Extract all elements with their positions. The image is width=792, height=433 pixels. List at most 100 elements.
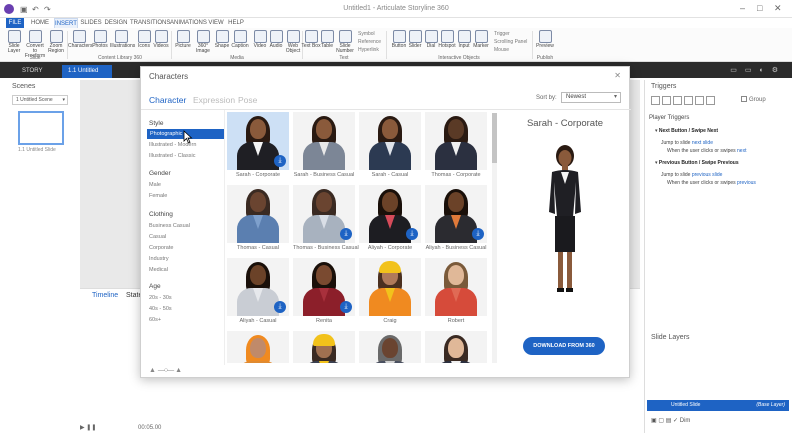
tab-expression[interactable]: Expression	[193, 95, 235, 105]
tab-animations[interactable]: ANIMATIONS	[170, 18, 207, 28]
slide-thumbnail[interactable]	[18, 111, 64, 145]
delete-layer-icon[interactable]: ▤	[666, 418, 672, 424]
character-card[interactable]: ⤓ Renita	[293, 258, 355, 324]
character-card[interactable]: Thomas - Casual	[227, 185, 289, 251]
reference-button[interactable]: Reference	[358, 39, 381, 45]
videos-button[interactable]: Videos	[150, 30, 172, 49]
filter-age-40s-50s[interactable]: 40s - 50s	[149, 306, 172, 312]
characters-button[interactable]: Characters	[68, 30, 92, 49]
trigger-title[interactable]: ▾ Next Button / Swipe Next	[655, 128, 718, 134]
minimize-button[interactable]: –	[740, 3, 745, 13]
delete-trigger-icon[interactable]	[695, 96, 704, 105]
slide-layer-button[interactable]: Slide Layer	[3, 30, 25, 54]
filter-medical[interactable]: Medical	[149, 267, 168, 273]
sort-select[interactable]: Newest	[561, 92, 621, 103]
character-card[interactable]	[425, 331, 487, 363]
character-card[interactable]: Craig	[359, 258, 421, 324]
mouse-button[interactable]: Mouse	[494, 47, 509, 53]
grid-scrollbar[interactable]	[492, 113, 497, 363]
play-icon[interactable]: ▶	[80, 425, 85, 431]
scrolling-panel-button[interactable]: Scrolling Panel	[494, 39, 527, 45]
character-card[interactable]: Sarah - Casual	[359, 112, 421, 178]
character-face	[250, 192, 266, 212]
thumbnail-size-control[interactable]: ▲ —○— ▲	[149, 367, 182, 374]
tab-story-view[interactable]: STORY VIEW	[16, 65, 58, 87]
filter-male[interactable]: Male	[149, 182, 161, 188]
zoom-region-button[interactable]: Zoom Region	[45, 30, 67, 54]
move-trigger-icon[interactable]	[706, 96, 715, 105]
pause-icon[interactable]: ❚❚	[86, 425, 96, 431]
filter-age-60s-plus[interactable]: 60s+	[149, 317, 161, 323]
filter-age-20s-30s[interactable]: 20s - 30s	[149, 295, 172, 301]
scene-selector[interactable]: 1 Untitled Scene ▾	[12, 95, 68, 105]
marker-button[interactable]: Marker	[470, 30, 492, 49]
filter-business-casual[interactable]: Business Casual	[149, 223, 190, 229]
small-thumbnails-icon[interactable]: ▲	[149, 367, 156, 374]
character-card[interactable]: Sarah - Business Casual	[293, 112, 355, 178]
new-layer-icon[interactable]: ▣	[651, 418, 657, 424]
trigger-title[interactable]: ▾ Previous Button / Swipe Previous	[655, 160, 739, 166]
character-card[interactable]: Robert	[425, 258, 487, 324]
tab-timeline[interactable]: Timeline	[92, 292, 118, 299]
paste-trigger-icon[interactable]	[684, 96, 693, 105]
tab-home[interactable]: HOME	[28, 18, 52, 28]
filter-casual[interactable]: Casual	[149, 234, 166, 240]
download-icon[interactable]: ⤓	[472, 228, 484, 240]
filter-illustrated-classic[interactable]: Illustrated - Classic	[149, 153, 195, 159]
download-icon[interactable]: ⤓	[274, 301, 286, 313]
tab-pose[interactable]: Pose	[238, 95, 257, 105]
illustrations-button[interactable]: Illustrations	[110, 30, 135, 49]
character-card[interactable]: ⤓ Aliyah - Business Casual	[425, 185, 487, 251]
dim-checkbox-icon[interactable]: ✓	[673, 418, 678, 424]
character-card[interactable]	[359, 331, 421, 363]
tab-transitions[interactable]: TRANSITIONS	[130, 18, 170, 28]
filter-industry[interactable]: Industry	[149, 256, 169, 262]
edit-trigger-icon[interactable]	[662, 96, 671, 105]
filter-female[interactable]: Female	[149, 193, 167, 199]
hyperlink-button[interactable]: Hyperlink	[358, 47, 379, 53]
tab-view[interactable]: VIEW	[208, 18, 224, 28]
character-card[interactable]: ⤓ Aliyah - Casual	[227, 258, 289, 324]
tab-character[interactable]: Character	[149, 95, 186, 105]
character-card[interactable]: ⤓ Sarah - Corporate	[227, 112, 289, 178]
symbol-button[interactable]: Symbol	[358, 31, 375, 37]
download-icon[interactable]: ⤓	[406, 228, 418, 240]
character-card[interactable]: Thomas - Corporate	[425, 112, 487, 178]
tab-slides[interactable]: SLIDES	[80, 18, 102, 28]
view-toggle-icons[interactable]: ▭▭◐⚙	[730, 66, 786, 74]
close-window-button[interactable]: ✕	[774, 3, 782, 14]
tab-file[interactable]: FILE	[6, 18, 24, 28]
scrollbar-thumb[interactable]	[492, 113, 497, 163]
download-icon[interactable]: ⤓	[340, 228, 352, 240]
base-layer-row[interactable]: Untitled Slide (Base Layer)	[647, 400, 789, 411]
copy-trigger-icon[interactable]	[673, 96, 682, 105]
large-thumbnails-icon[interactable]: ▲	[175, 367, 182, 374]
preview-button[interactable]: Preview	[534, 30, 556, 49]
tab-help[interactable]: HELP	[228, 18, 244, 28]
duplicate-layer-icon[interactable]: ▢	[658, 418, 664, 424]
picture-button[interactable]: Picture	[172, 30, 194, 49]
filter-corporate[interactable]: Corporate	[149, 245, 173, 251]
character-card[interactable]	[293, 331, 355, 363]
hard-hat-icon	[379, 261, 401, 273]
character-card[interactable]: ⤓ Aliyah - Corporate	[359, 185, 421, 251]
tab-design[interactable]: DESIGN	[104, 18, 128, 28]
new-trigger-icon[interactable]	[651, 96, 660, 105]
trigger-button[interactable]: Trigger	[494, 31, 510, 37]
dialog-close-icon[interactable]: ✕	[614, 71, 621, 80]
hard-hat-icon	[313, 334, 335, 346]
download-icon[interactable]: ⤓	[274, 155, 286, 167]
characters-grid: ⤓ Sarah - Corporate Sarah - Business Casua…	[226, 110, 491, 363]
download-icon[interactable]: ⤓	[340, 301, 352, 313]
group-checkbox[interactable]: Group	[741, 96, 766, 103]
tab-insert[interactable]: INSERT	[54, 18, 78, 28]
caption-button[interactable]: Caption	[229, 30, 251, 49]
slide-number-button[interactable]: Slide Number	[334, 30, 356, 54]
character-card[interactable]: ⤓ Thomas - Business Casual	[293, 185, 359, 251]
maximize-button[interactable]: □	[757, 3, 762, 13]
size-slider[interactable]: —○—	[158, 367, 174, 374]
character-card[interactable]	[227, 331, 289, 363]
tab-current-slide[interactable]: 1.1 Untitled Sli...	[62, 65, 112, 87]
photos-button[interactable]: Photos	[89, 30, 111, 49]
download-from-360-button[interactable]: DOWNLOAD FROM 360	[523, 337, 605, 355]
